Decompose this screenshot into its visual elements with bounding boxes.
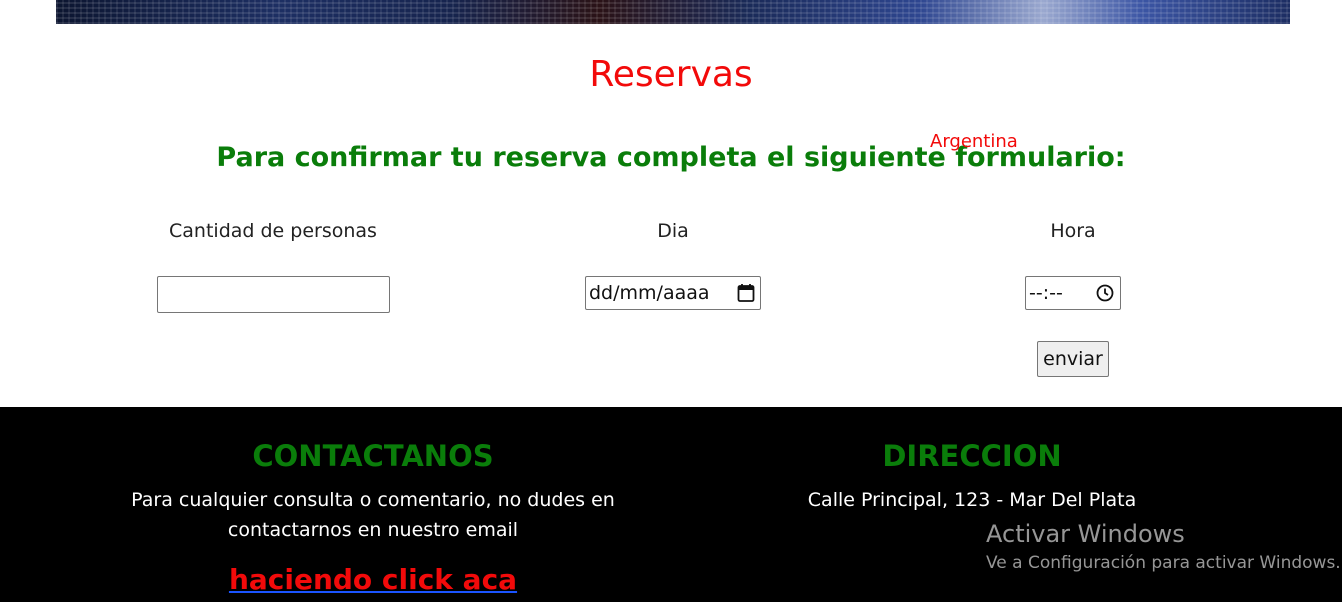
calendar-icon[interactable] (737, 283, 755, 303)
footer: CONTACTANOS Para cualquier consulta o co… (0, 407, 1342, 602)
personas-label: Cantidad de personas (169, 220, 377, 242)
enviar-button[interactable]: enviar (1037, 341, 1109, 377)
contact-email-link[interactable]: haciendo click aca (73, 563, 673, 596)
form-subtitle: Para confirmar tu reserva completa el si… (216, 142, 1126, 173)
contact-heading: CONTACTANOS (252, 439, 494, 473)
hora-time-input[interactable]: --:-- (1025, 276, 1121, 310)
hora-placeholder: --:-- (1029, 282, 1063, 304)
personas-input[interactable] (157, 276, 390, 313)
hora-label: Hora (1050, 220, 1096, 242)
clock-icon[interactable] (1096, 284, 1114, 302)
page-title: Reservas (589, 54, 753, 95)
address-text: Calle Principal, 123 - Mar Del Plata (807, 489, 1137, 511)
dia-date-input[interactable]: dd/mm/aaaa (585, 276, 761, 310)
address-heading: DIRECCION (882, 439, 1062, 473)
dia-label: Dia (657, 220, 689, 242)
page: Reservas Para confirmar tu reserva compl… (0, 0, 1342, 602)
hero-image (56, 0, 1290, 24)
dia-placeholder: dd/mm/aaaa (589, 282, 710, 304)
address-country: Argentina (930, 131, 1018, 152)
contact-text: Para cualquier consulta o comentario, no… (131, 489, 615, 541)
